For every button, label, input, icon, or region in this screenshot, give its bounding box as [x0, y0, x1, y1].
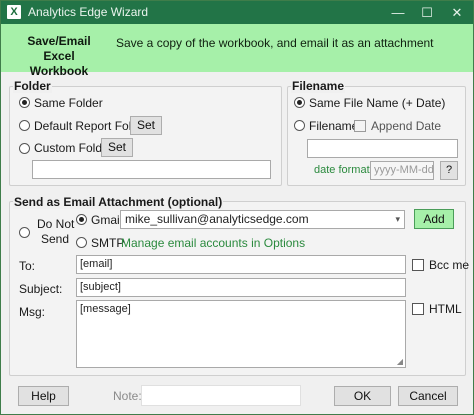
to-input[interactable]: [email]	[76, 255, 406, 274]
cancel-button[interactable]: Cancel	[398, 386, 458, 406]
subject-input[interactable]: [subject]	[76, 278, 406, 297]
help-button[interactable]: Help	[18, 386, 69, 406]
append-date-checkbox[interactable]	[354, 120, 366, 132]
html-checkbox[interactable]	[412, 303, 424, 315]
same-file-name-radio[interactable]	[294, 97, 305, 108]
do-not-send-label[interactable]: Do Not Send	[37, 217, 74, 247]
window-title: Analytics Edge Wizard	[28, 5, 149, 19]
custom-folder-radio[interactable]	[19, 143, 30, 154]
do-not-send-line1: Do Not	[37, 217, 75, 231]
set-default-folder-button[interactable]: Set	[130, 116, 162, 135]
same-file-name-label[interactable]: Same File Name (+ Date)	[309, 96, 445, 110]
filename-radio[interactable]	[294, 120, 305, 131]
header-band: Save/Email Excel Workbook Save a copy of…	[1, 24, 473, 78]
resize-grip-icon[interactable]: ◢	[397, 357, 403, 366]
filename-input[interactable]	[307, 139, 458, 158]
close-icon[interactable]: ✕	[444, 3, 470, 22]
date-format-input[interactable]: yyyy-MM-dd	[370, 161, 434, 180]
page-title: Save/Email Excel Workbook	[15, 34, 103, 79]
smtp-radio[interactable]	[76, 237, 87, 248]
default-report-folder-radio[interactable]	[19, 120, 30, 131]
custom-folder-path-input[interactable]	[32, 160, 271, 179]
bcc-me-checkbox[interactable]	[412, 259, 424, 271]
do-not-send-radio[interactable]	[19, 227, 30, 238]
set-custom-folder-button[interactable]: Set	[101, 138, 133, 157]
do-not-send-line2: Send	[41, 232, 70, 246]
filename-group-title: Filename	[291, 79, 346, 93]
maximize-icon[interactable]: ☐	[414, 3, 440, 22]
date-format-label: date format	[314, 164, 370, 176]
append-date-label: Append Date	[371, 119, 442, 133]
bcc-me-label: Bcc me	[429, 258, 470, 272]
page-title-line1: Save/Email	[27, 34, 91, 48]
subject-label: Subject:	[19, 282, 63, 296]
note-input[interactable]	[141, 385, 301, 406]
add-account-button[interactable]: Add	[414, 209, 454, 229]
message-textarea[interactable]: [message] ◢	[76, 300, 406, 368]
page-title-line2: Excel Workbook	[29, 49, 89, 78]
same-folder-label[interactable]: Same Folder	[34, 96, 103, 110]
manage-email-accounts-link[interactable]: Manage email accounts in Options	[121, 236, 305, 250]
minimize-icon[interactable]: —	[385, 3, 411, 22]
folder-group-title: Folder	[13, 79, 52, 93]
gmail-label[interactable]: Gmail	[91, 213, 122, 227]
email-account-select[interactable]: mike_sullivan@analyticsedge.com ▾	[120, 210, 405, 229]
page-description: Save a copy of the workbook, and email i…	[116, 36, 434, 50]
msg-label: Msg:	[19, 305, 46, 319]
wizard-window: X Analytics Edge Wizard — ☐ ✕ Save/Email…	[0, 0, 474, 415]
email-account-value: mike_sullivan@analyticsedge.com	[125, 212, 309, 226]
same-folder-radio[interactable]	[19, 97, 30, 108]
html-label: HTML	[429, 302, 462, 316]
date-format-help-button[interactable]: ?	[440, 161, 458, 180]
note-label: Note:	[113, 389, 142, 403]
filename-label[interactable]: Filename	[309, 119, 358, 133]
to-label: To:	[19, 259, 36, 273]
ok-button[interactable]: OK	[334, 386, 391, 406]
gmail-radio[interactable]	[76, 214, 87, 225]
excel-icon: X	[7, 5, 21, 19]
smtp-label[interactable]: SMTP	[91, 236, 124, 250]
title-bar: X Analytics Edge Wizard — ☐ ✕	[1, 1, 473, 24]
message-value: [message]	[80, 303, 131, 315]
chevron-down-icon: ▾	[395, 214, 400, 224]
email-group-title: Send as Email Attachment (optional)	[13, 195, 224, 209]
